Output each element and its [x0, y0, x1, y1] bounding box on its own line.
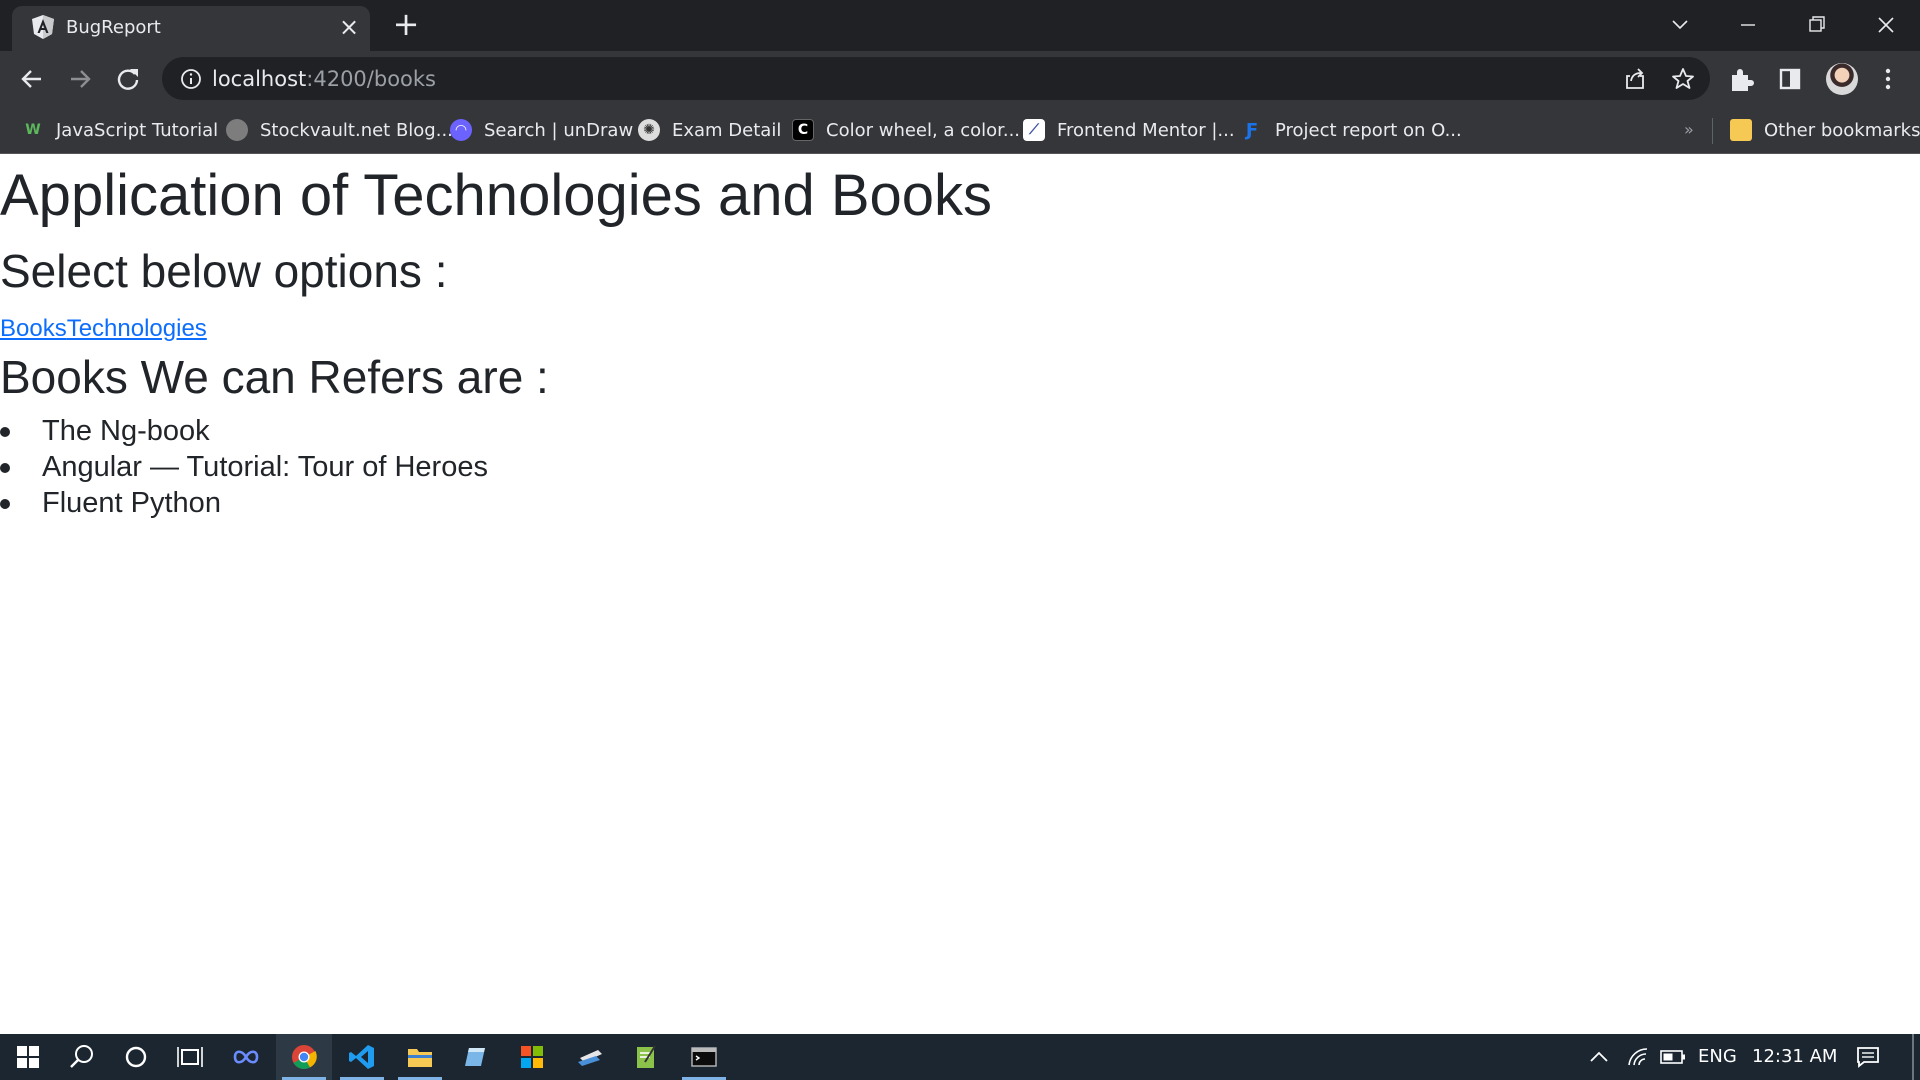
taskbar-app-chrome[interactable]	[276, 1034, 332, 1080]
taskbar-app-file-explorer[interactable]	[392, 1034, 448, 1080]
forward-arrow-icon[interactable]	[64, 63, 96, 95]
notifications-icon[interactable]	[1856, 1046, 1880, 1068]
bookmarks-divider	[1712, 118, 1713, 144]
page-title: Application of Technologies and Books	[0, 163, 993, 228]
bookmark-frontend-mentor[interactable]: ⟋ Frontend Mentor |...	[1023, 116, 1235, 144]
close-tab-icon[interactable]: ×	[338, 15, 360, 39]
profile-avatar[interactable]	[1826, 63, 1858, 95]
adobe-color-icon: C	[792, 119, 814, 141]
wifi-icon[interactable]	[1626, 1046, 1650, 1068]
bookmark-label: Project report on O...	[1275, 119, 1462, 141]
bookmark-exam-detail[interactable]: ✺ Exam Detail	[638, 116, 781, 144]
bookmark-javascript-tutorial[interactable]: W JavaScript Tutorial	[22, 116, 218, 144]
w-icon: W	[25, 122, 41, 138]
windows-taskbar: ENG 12:31 AM	[0, 1034, 1920, 1080]
url-path: :4200/books	[306, 67, 436, 91]
angular-icon	[32, 15, 54, 39]
page-content: Application of Technologies and Books Se…	[0, 155, 1920, 1034]
side-panel-icon[interactable]	[1774, 63, 1806, 95]
project-report-icon: Ƒ	[1245, 119, 1259, 141]
new-tab-button[interactable]: +	[392, 8, 420, 40]
start-button[interactable]	[0, 1034, 56, 1080]
task-view-button[interactable]	[162, 1034, 218, 1080]
bookmark-label: Stockvault.net Blog...	[260, 119, 453, 141]
cortana-button[interactable]	[108, 1034, 164, 1080]
bookmark-label: Frontend Mentor |...	[1057, 119, 1235, 141]
taskbar-app-terminal[interactable]	[676, 1034, 732, 1080]
taskbar-app-vscode[interactable]	[334, 1034, 390, 1080]
undraw-icon: ◠	[450, 119, 472, 141]
taskbar-app-store[interactable]	[504, 1034, 560, 1080]
book-item: Angular — Tutorial: Tour of Heroes	[0, 449, 488, 485]
folder-icon	[1730, 119, 1752, 141]
site-info-icon[interactable]	[180, 68, 202, 90]
frontend-mentor-icon: ⟋	[1023, 119, 1045, 141]
address-bar[interactable]: localhost:4200/books	[162, 57, 1710, 100]
chrome-icon	[292, 1045, 317, 1070]
share-icon[interactable]	[1622, 66, 1648, 92]
taskbar-app-infinity[interactable]	[218, 1034, 274, 1080]
taskbar-search[interactable]	[54, 1034, 110, 1080]
close-window-icon[interactable]	[1866, 8, 1906, 42]
show-hidden-icons-chevron-icon[interactable]	[1588, 1048, 1610, 1066]
task-view-icon	[177, 1047, 203, 1067]
folder-icon	[408, 1049, 432, 1067]
search-icon	[70, 1045, 93, 1068]
battery-icon[interactable]	[1660, 1048, 1686, 1066]
notepad-icon	[465, 1048, 485, 1066]
extensions-puzzle-icon[interactable]	[1726, 63, 1758, 95]
browser-tab[interactable]: BugReport ×	[12, 6, 370, 51]
bookmark-color-wheel[interactable]: C Color wheel, a color...	[792, 116, 1020, 144]
other-bookmarks-label: Other bookmarks	[1764, 119, 1920, 141]
database-tool-icon	[578, 1050, 602, 1066]
bookmark-label: JavaScript Tutorial	[56, 119, 219, 141]
books-list: The Ng-book Angular — Tutorial: Tour of …	[0, 413, 488, 521]
books-link[interactable]: Books	[0, 315, 67, 342]
back-arrow-icon[interactable]	[16, 63, 48, 95]
book-item: Fluent Python	[0, 485, 488, 521]
url-host: localhost	[212, 67, 307, 91]
tab-search-chevron-icon[interactable]	[1660, 8, 1700, 42]
books-heading: Books We can Refers are :	[0, 351, 549, 403]
edit-document-icon	[637, 1045, 656, 1068]
terminal-icon	[691, 1047, 717, 1067]
browser-titlebar: BugReport × +	[0, 0, 1920, 51]
infinity-icon	[233, 1050, 259, 1064]
url-text[interactable]: localhost:4200/books	[212, 67, 436, 91]
clock-time[interactable]: 12:31 AM	[1752, 1046, 1837, 1067]
bookmark-label: Exam Detail	[672, 119, 782, 141]
options-heading: Select below options :	[0, 245, 448, 297]
bookmark-stockvault[interactable]: Stockvault.net Blog...	[226, 116, 453, 144]
windows-logo-icon	[17, 1046, 39, 1068]
book-item: The Ng-book	[0, 413, 488, 449]
exam-icon: ✺	[638, 119, 660, 141]
other-bookmarks-folder[interactable]: Other bookmarks	[1730, 116, 1920, 144]
nav-links: BooksTechnologies	[0, 314, 207, 344]
reload-icon[interactable]	[112, 63, 144, 95]
minimize-icon[interactable]	[1728, 8, 1768, 42]
cortana-icon	[125, 1046, 147, 1068]
taskbar-app-sql[interactable]	[562, 1034, 618, 1080]
input-language[interactable]: ENG	[1698, 1046, 1737, 1067]
browser-toolbar: localhost:4200/books	[0, 51, 1920, 106]
chrome-menu-icon[interactable]	[1872, 63, 1904, 95]
show-desktop-button[interactable]	[1912, 1034, 1914, 1080]
colorful-grid-icon	[521, 1046, 543, 1068]
restore-icon[interactable]	[1796, 8, 1836, 42]
technologies-link[interactable]: Technologies	[67, 315, 207, 342]
more-bookmarks-chevron-icon[interactable]: »	[1684, 120, 1694, 139]
bookmark-label: Color wheel, a color...	[826, 119, 1021, 141]
bookmark-star-icon[interactable]	[1670, 66, 1696, 92]
bookmarks-bar: W JavaScript Tutorial Stockvault.net Blo…	[0, 106, 1920, 154]
bookmark-label: Search | unDraw	[484, 119, 634, 141]
tab-title: BugReport	[66, 17, 161, 38]
bookmark-project-report[interactable]: Ƒ Project report on O...	[1241, 116, 1462, 144]
bookmark-undraw[interactable]: ◠ Search | unDraw	[450, 116, 633, 144]
stockvault-icon	[226, 119, 248, 141]
taskbar-app-notepad[interactable]	[448, 1034, 504, 1080]
taskbar-app-editor[interactable]	[618, 1034, 674, 1080]
vscode-icon	[349, 1045, 374, 1069]
